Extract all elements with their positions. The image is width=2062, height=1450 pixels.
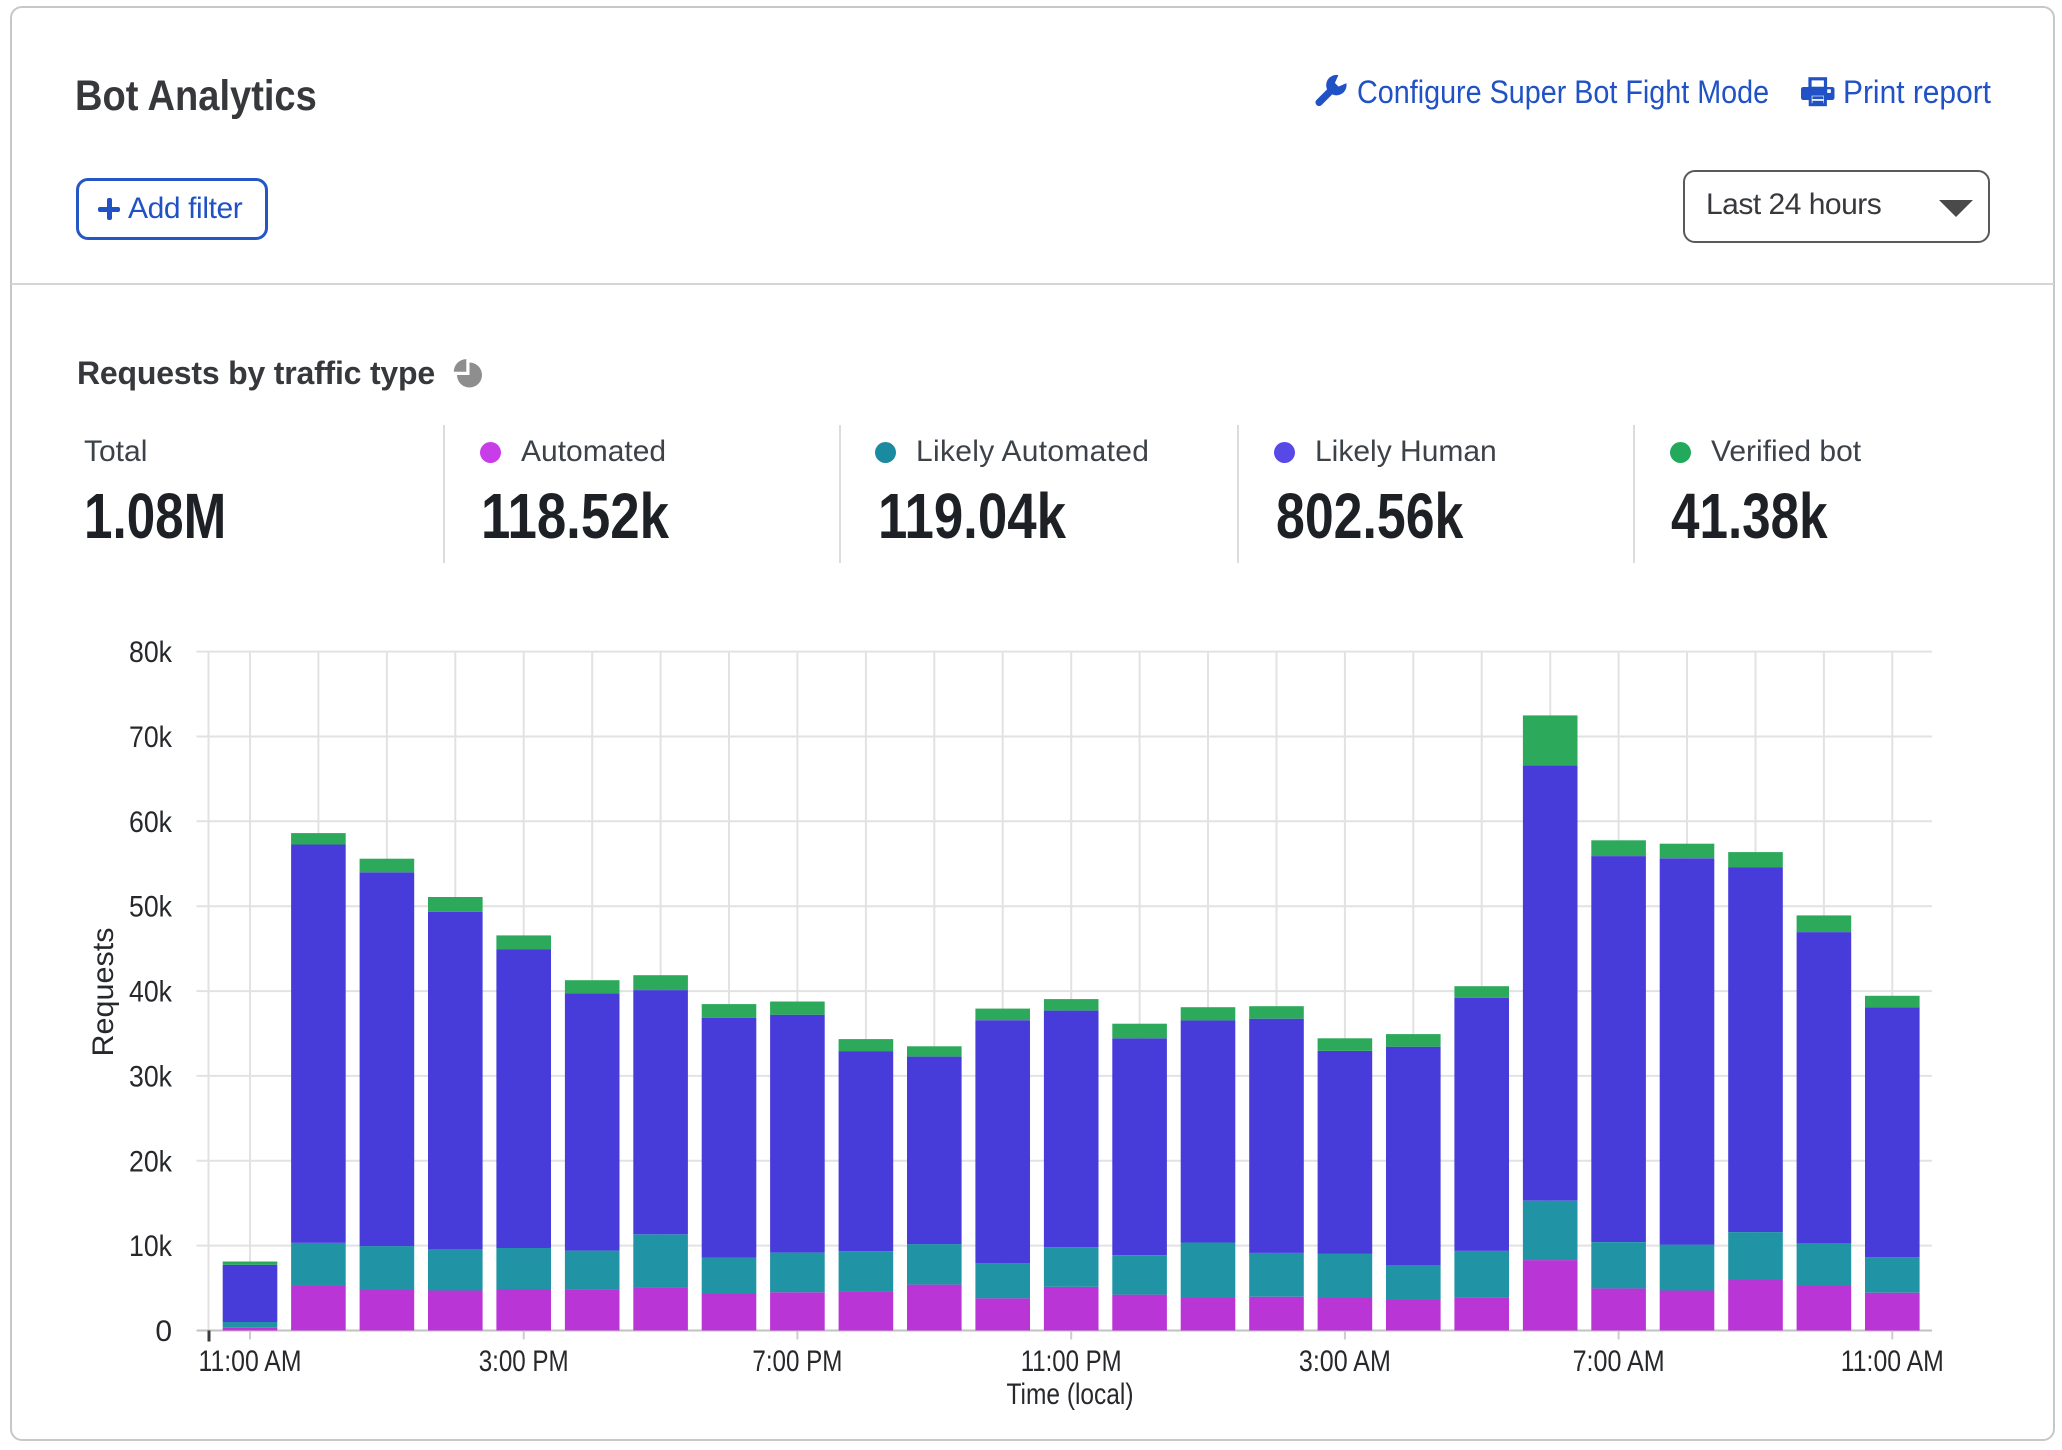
svg-text:11:00 PM: 11:00 PM bbox=[1021, 1345, 1122, 1378]
svg-text:7:00 AM: 7:00 AM bbox=[1573, 1345, 1665, 1378]
svg-text:70k: 70k bbox=[129, 721, 173, 754]
svg-text:40k: 40k bbox=[129, 976, 173, 1009]
svg-text:0: 0 bbox=[155, 1315, 172, 1348]
svg-text:80k: 80k bbox=[129, 636, 173, 669]
svg-text:3:00 AM: 3:00 AM bbox=[1299, 1345, 1391, 1378]
svg-text:11:00 AM: 11:00 AM bbox=[199, 1345, 302, 1378]
svg-text:7:00 PM: 7:00 PM bbox=[752, 1345, 842, 1378]
svg-text:3:00 PM: 3:00 PM bbox=[479, 1345, 569, 1378]
svg-text:Requests: Requests bbox=[87, 928, 120, 1057]
svg-text:11:00 AM: 11:00 AM bbox=[1841, 1345, 1944, 1378]
svg-text:20k: 20k bbox=[129, 1145, 173, 1178]
svg-text:60k: 60k bbox=[129, 806, 173, 839]
svg-text:Time (local): Time (local) bbox=[1007, 1378, 1134, 1411]
svg-text:30k: 30k bbox=[129, 1060, 173, 1093]
svg-text:50k: 50k bbox=[129, 891, 173, 924]
svg-text:10k: 10k bbox=[129, 1230, 173, 1263]
